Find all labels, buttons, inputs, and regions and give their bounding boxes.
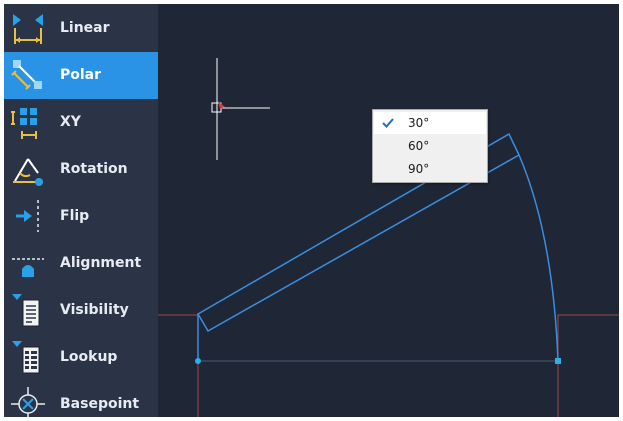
palette-item-label: Linear xyxy=(60,20,110,36)
palette-item-label: Lookup xyxy=(60,349,118,365)
linear-parameter-icon xyxy=(10,10,46,46)
block-boundary xyxy=(158,314,619,417)
menu-item-label: 30° xyxy=(408,116,430,130)
palette-item-label: Alignment xyxy=(60,255,142,271)
base-grip-point[interactable] xyxy=(195,358,201,364)
palette-item-label: Flip xyxy=(60,208,90,224)
palette-item-label: XY xyxy=(60,114,81,130)
rotation-parameter-icon xyxy=(10,151,46,187)
menu-item-30-degrees[interactable]: 30° xyxy=(374,112,486,134)
distance-grip-point[interactable] xyxy=(555,358,561,364)
parameter-palette: Linear Polar XY Rotation Flip Alignment … xyxy=(4,4,158,417)
palette-item-lookup[interactable]: Lookup xyxy=(4,334,158,381)
palette-item-xy[interactable]: XY xyxy=(4,99,158,146)
drawing-canvas[interactable]: 30° 60° 90° xyxy=(158,4,619,417)
menu-item-label: 90° xyxy=(408,162,430,176)
palette-item-polar[interactable]: Polar xyxy=(4,52,158,99)
palette-item-label: Basepoint xyxy=(60,396,140,412)
palette-item-rotation[interactable]: Rotation xyxy=(4,146,158,193)
basepoint-parameter-icon xyxy=(10,386,46,417)
angle-context-menu: 30° 60° 90° xyxy=(372,109,488,183)
menu-item-label: 60° xyxy=(408,139,430,153)
palette-item-visibility[interactable]: Visibility xyxy=(4,287,158,334)
polar-arc xyxy=(518,154,559,362)
palette-item-basepoint[interactable]: Basepoint xyxy=(4,381,158,417)
block-editor-window: Linear Polar XY Rotation Flip Alignment … xyxy=(4,4,619,417)
flip-parameter-icon xyxy=(10,198,46,234)
palette-item-alignment[interactable]: Alignment xyxy=(4,240,158,287)
alignment-parameter-icon xyxy=(10,245,46,281)
menu-item-60-degrees[interactable]: 60° xyxy=(374,135,486,157)
palette-item-linear[interactable]: Linear xyxy=(4,5,158,52)
menu-item-90-degrees[interactable]: 90° xyxy=(374,158,486,180)
lookup-parameter-icon xyxy=(10,339,46,375)
crosshair-cursor xyxy=(211,58,270,160)
palette-item-flip[interactable]: Flip xyxy=(4,193,158,240)
polar-parameter-icon xyxy=(10,57,46,93)
palette-item-label: Rotation xyxy=(60,161,128,177)
visibility-parameter-icon xyxy=(10,292,46,328)
checkmark-icon xyxy=(380,115,396,131)
palette-item-label: Polar xyxy=(60,67,102,83)
palette-item-label: Visibility xyxy=(60,302,129,318)
xy-parameter-icon xyxy=(10,104,46,140)
